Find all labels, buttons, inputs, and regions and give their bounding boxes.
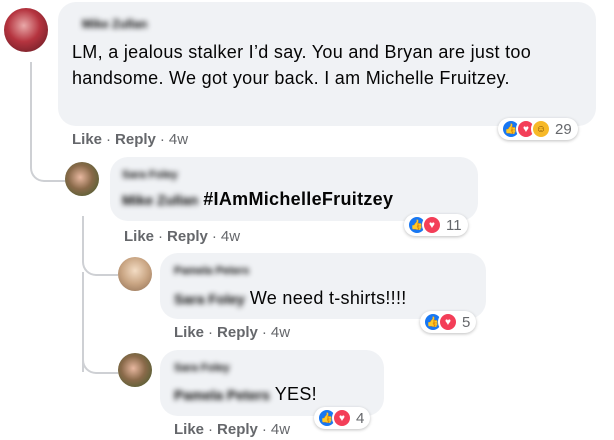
- comment-author[interactable]: Mike Zullan: [82, 17, 147, 31]
- reaction-count: 29: [555, 120, 572, 138]
- separator: ·: [158, 228, 164, 245]
- comment-actions: Like · Reply · 4w: [124, 228, 240, 245]
- comment-text: We need t-shirts!!!!: [249, 288, 407, 308]
- mention-link[interactable]: Mike Zullan: [122, 192, 198, 208]
- avatar[interactable]: [118, 257, 152, 291]
- reply-button[interactable]: Reply: [115, 131, 156, 148]
- avatar[interactable]: [118, 353, 152, 387]
- like-button[interactable]: Like: [174, 421, 204, 438]
- comment-actions: Like · Reply · 4w: [174, 324, 290, 341]
- mention-link[interactable]: Pamela Peters: [174, 387, 270, 403]
- separator: ·: [208, 421, 214, 438]
- comment-bubble: Mike Zullan LM, a jealous stalker I’d sa…: [58, 2, 596, 126]
- comment-text: YES!: [274, 384, 317, 404]
- reaction-count: 5: [462, 313, 471, 331]
- love-icon: ♥: [438, 312, 458, 332]
- comment-author[interactable]: Sara Foley: [122, 169, 178, 181]
- thread-line: [82, 216, 118, 276]
- comment-time[interactable]: 4w: [221, 228, 240, 245]
- comment-author[interactable]: Pamela Peters: [174, 265, 249, 277]
- reply-button[interactable]: Reply: [217, 324, 258, 341]
- separator: ·: [208, 324, 214, 341]
- love-icon: ♥: [332, 408, 352, 428]
- avatar[interactable]: [65, 162, 99, 196]
- comment-time[interactable]: 4w: [271, 324, 290, 341]
- comment-actions: Like · Reply · 4w: [174, 421, 290, 438]
- avatar[interactable]: [4, 8, 48, 52]
- comment-text: #IAmMichelleFruitzey: [203, 189, 394, 209]
- reaction-summary[interactable]: 👍 ♥ 5: [420, 311, 477, 333]
- comment-time[interactable]: 4w: [271, 421, 290, 438]
- reaction-count: 4: [356, 409, 365, 427]
- mention-link[interactable]: Sara Foley: [174, 291, 245, 307]
- comment-bubble: Sara Foley Mike Zullan #IAmMichelleFruit…: [110, 157, 478, 221]
- thread-line: [82, 330, 118, 374]
- reply-button[interactable]: Reply: [217, 421, 258, 438]
- reply-button[interactable]: Reply: [167, 228, 208, 245]
- separator: ·: [261, 324, 267, 341]
- comment-author[interactable]: Sara Foley: [174, 362, 230, 374]
- comment-body: Pamela Peters YES!: [174, 384, 317, 405]
- reaction-summary[interactable]: 👍 ♥ 11: [404, 214, 468, 236]
- comment-body: Sara Foley We need t-shirts!!!!: [174, 288, 407, 309]
- like-button[interactable]: Like: [124, 228, 154, 245]
- reaction-summary[interactable]: 👍 ♥ ☺ 29: [498, 118, 578, 140]
- separator: ·: [261, 421, 267, 438]
- like-button[interactable]: Like: [174, 324, 204, 341]
- reaction-summary[interactable]: 👍 ♥ 4: [314, 407, 371, 429]
- separator: ·: [106, 131, 112, 148]
- separator: ·: [159, 131, 165, 148]
- comment-text: LM, a jealous stalker I’d say. You and B…: [72, 42, 532, 88]
- love-icon: ♥: [422, 215, 442, 235]
- comment-body: Mike Zullan #IAmMichelleFruitzey: [122, 189, 393, 210]
- comment-time[interactable]: 4w: [169, 131, 188, 148]
- comment-actions: Like · Reply · 4w: [72, 131, 188, 148]
- separator: ·: [211, 228, 217, 245]
- like-button[interactable]: Like: [72, 131, 102, 148]
- reaction-count: 11: [446, 216, 462, 234]
- haha-icon: ☺: [531, 119, 551, 139]
- comment-bubble: Pamela Peters Sara Foley We need t-shirt…: [160, 253, 486, 319]
